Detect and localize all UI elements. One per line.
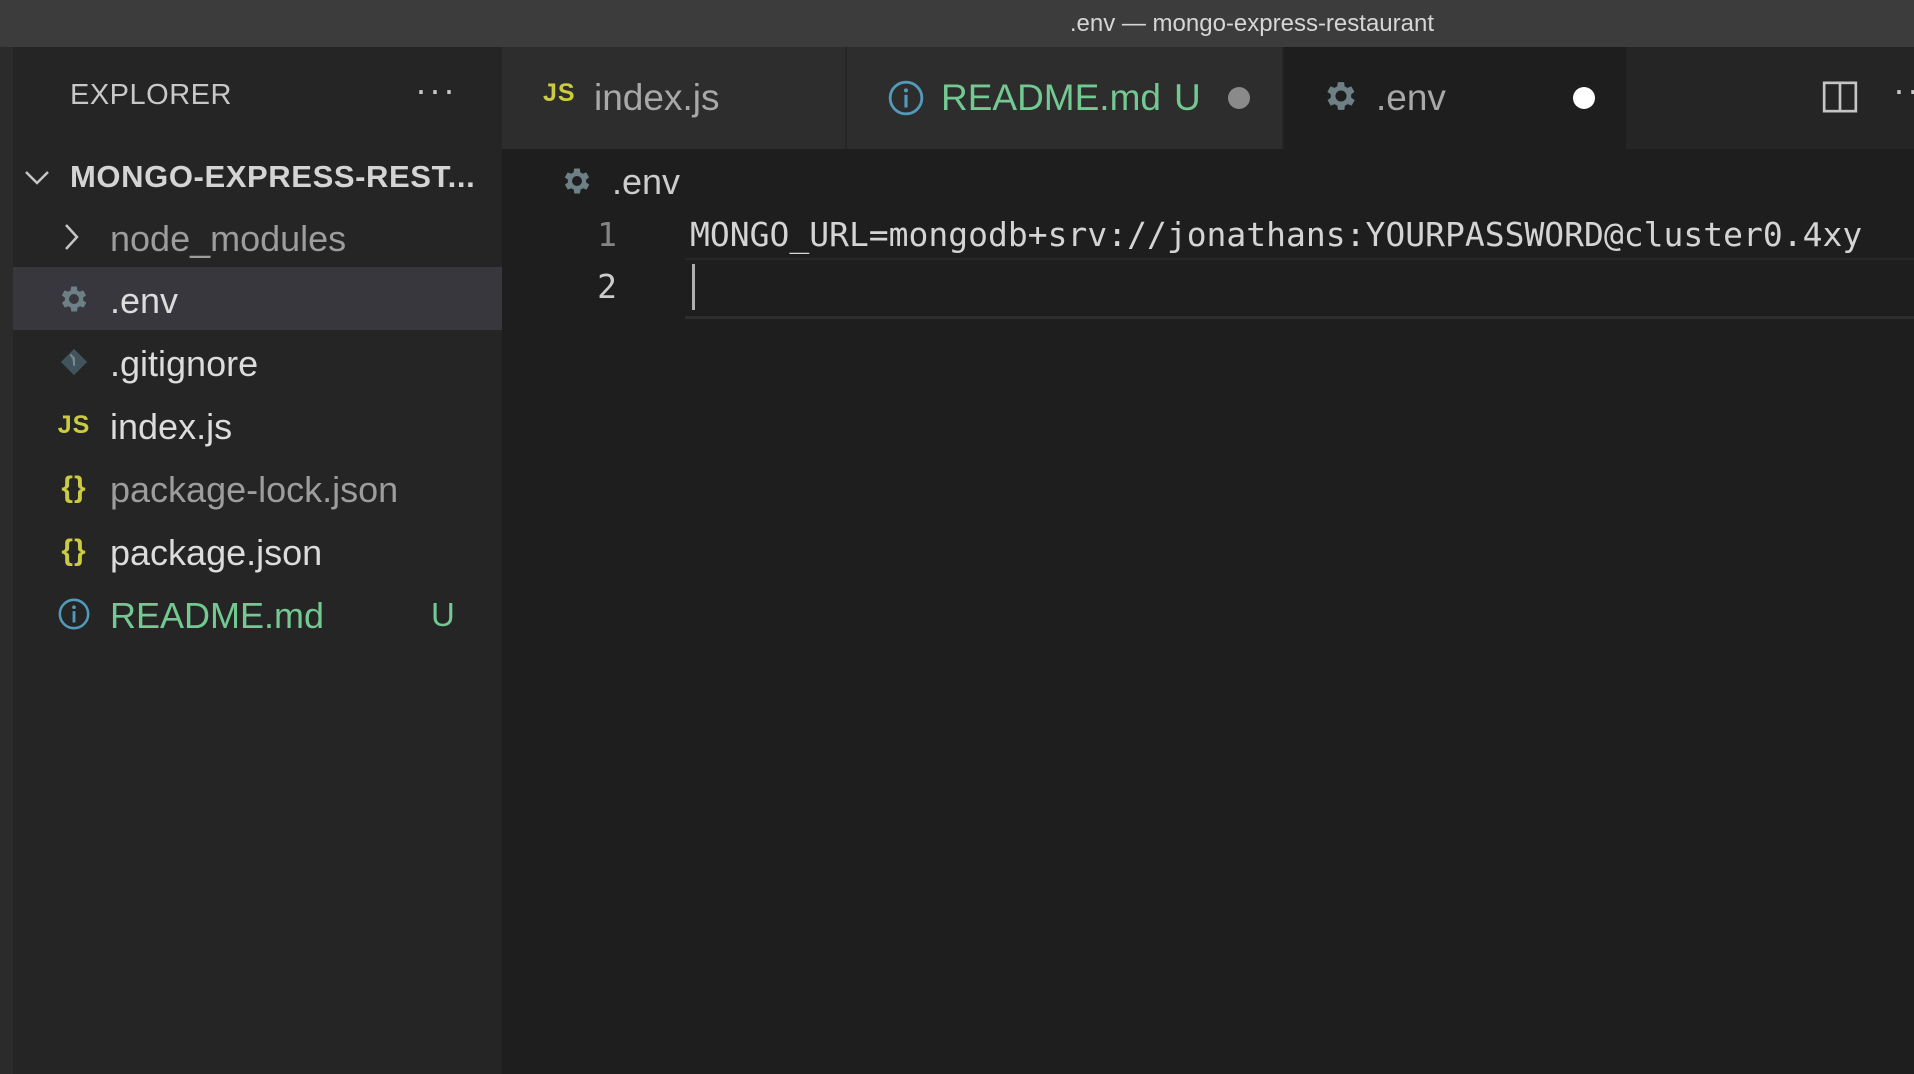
tree-item-label: .gitignore (110, 343, 259, 384)
explorer-header: EXPLORER (70, 79, 232, 111)
title-bar: .env — mongo-express-restaurant (0, 0, 1914, 47)
js-icon: JS (543, 79, 576, 107)
git-status-badge: U (1174, 77, 1201, 118)
tree-item-label: package.json (110, 532, 323, 573)
tree-item-package-lock-json[interactable]: {} package-lock.json (13, 456, 502, 519)
tree-item-gitignore[interactable]: .gitignore (13, 330, 502, 393)
unsaved-dot-icon[interactable] (1573, 87, 1595, 109)
tab-env[interactable]: .env (1284, 47, 1626, 149)
code-line[interactable]: MONGO_URL=mongodb+srv://jonathans:YOURPA… (690, 215, 1862, 254)
workspace-folder-row[interactable]: MONGO-EXPRESS-REST... (13, 149, 502, 205)
chevron-down-icon (23, 166, 49, 188)
js-icon: JS (57, 410, 91, 439)
tree-item-label: package-lock.json (110, 469, 399, 510)
gear-icon (56, 281, 92, 317)
editor-tab-bar: JS index.js README.md U .env ·· (502, 47, 1914, 149)
window-title: .env — mongo-express-restaurant (1069, 10, 1434, 37)
braces-icon: {} (61, 471, 87, 504)
tab-index-js[interactable]: JS index.js (502, 47, 845, 149)
text-cursor (692, 264, 695, 310)
tree-item-package-json[interactable]: {} package.json (13, 519, 502, 582)
current-line-highlight (685, 258, 1914, 319)
code-editor[interactable]: 1 MONGO_URL=mongodb+srv://jonathans:YOUR… (502, 211, 1914, 1074)
gear-icon (560, 164, 594, 203)
line-number: 1 (597, 215, 617, 254)
breadcrumb-file[interactable]: .env (612, 161, 680, 203)
tab-readme-md[interactable]: README.md U (847, 47, 1282, 149)
tree-item-label: node_modules (110, 218, 347, 259)
tree-item-label: README.md (110, 595, 325, 636)
explorer-more-actions-button[interactable]: ··· (415, 69, 457, 111)
split-editor-icon[interactable] (1820, 77, 1860, 122)
git-icon (56, 344, 92, 380)
tree-item-label: .env (110, 280, 179, 321)
activity-bar-edge (0, 47, 13, 1074)
tree-item-label: index.js (110, 406, 233, 447)
git-status-badge: U (431, 596, 455, 633)
info-icon (887, 79, 925, 122)
editor-more-actions-button[interactable]: ·· (1893, 69, 1914, 111)
unsaved-dot-icon[interactable] (1228, 87, 1250, 109)
tree-item-readme-md[interactable]: README.md U (13, 582, 502, 645)
breadcrumb: .env (502, 149, 1914, 211)
tab-label: README.md (941, 77, 1161, 118)
gear-icon (1322, 77, 1360, 120)
explorer-sidebar: EXPLORER ··· MONGO-EXPRESS-REST... node_… (13, 47, 502, 1074)
tree-item-env[interactable]: .env (13, 267, 502, 330)
tab-label: index.js (594, 77, 720, 118)
tab-label: .env (1376, 77, 1446, 118)
chevron-right-icon (53, 219, 89, 255)
tree-item-index-js[interactable]: JS index.js (13, 393, 502, 456)
info-icon (56, 596, 92, 632)
line-number: 2 (597, 267, 617, 306)
braces-icon: {} (61, 534, 87, 567)
workspace-folder-name: MONGO-EXPRESS-REST... (70, 159, 476, 194)
tree-item-node-modules[interactable]: node_modules (13, 205, 502, 268)
